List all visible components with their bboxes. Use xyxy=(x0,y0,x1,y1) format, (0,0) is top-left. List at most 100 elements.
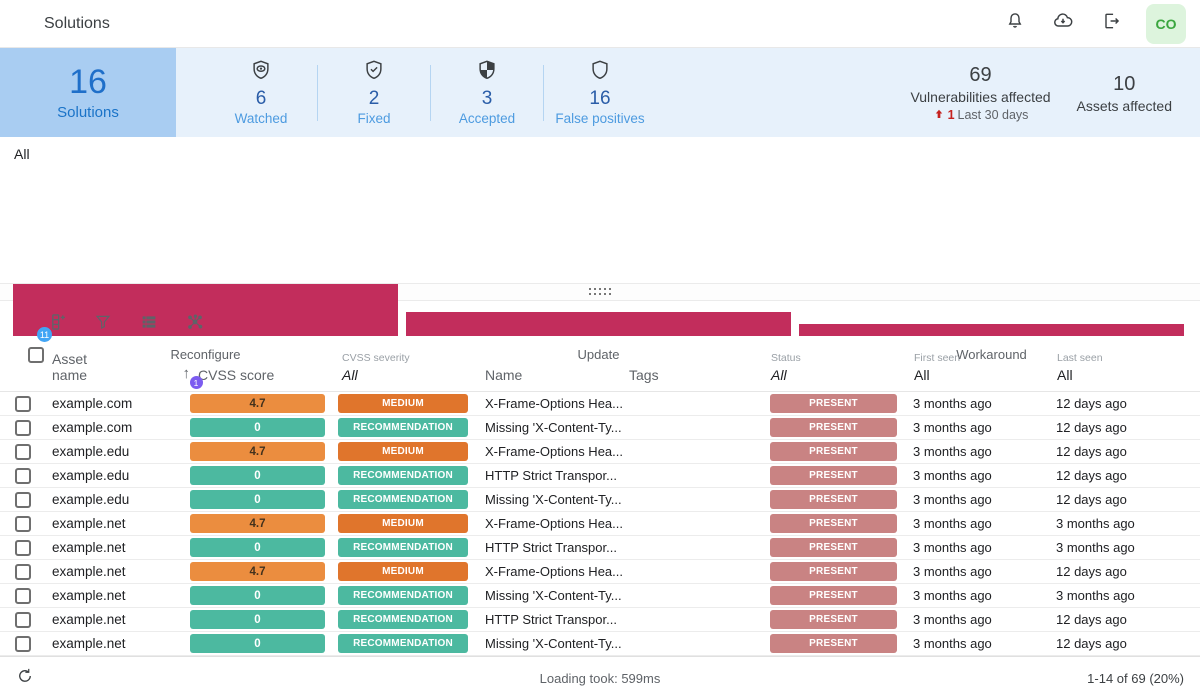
status-badge: PRESENT xyxy=(770,514,897,533)
vulnerability-name-cell[interactable]: Missing 'X-Content-Ty... xyxy=(480,416,628,439)
table-row[interactable]: example.net0 RECOMMENDATION Missing 'X-Con… xyxy=(0,584,1200,608)
cvss-severity-badge: MEDIUM xyxy=(338,442,468,461)
solutions-chart: All Reconfigure Update Workaround xyxy=(0,137,1200,283)
first-seen-cell: 3 months ago xyxy=(913,536,1056,559)
row-checkbox[interactable] xyxy=(15,492,31,508)
vulnerability-name-cell[interactable]: X-Frame-Options Hea... xyxy=(480,512,628,535)
vulnerability-name-cell[interactable]: Missing 'X-Content-Ty... xyxy=(480,488,628,511)
table-row[interactable]: example.net0RECOMMENDATIONMissing 'X-Con… xyxy=(0,632,1200,656)
notifications-button[interactable] xyxy=(1002,11,1028,37)
row-checkbox[interactable] xyxy=(15,636,31,652)
table-body: example.com4.7MEDIUMX-Frame-Options Hea.… xyxy=(0,392,1200,656)
cvss-severity-badge: MEDIUM xyxy=(338,562,468,581)
table-row[interactable]: example.net0RECOMMENDATIONHTTP Strict Tr… xyxy=(0,608,1200,632)
last-seen-cell: 3 months ago xyxy=(1056,512,1200,535)
stat-tile-watched[interactable]: 6 Watched xyxy=(205,59,317,126)
graph-view-button[interactable] xyxy=(184,313,206,335)
last-seen-cell: 12 days ago xyxy=(1056,464,1200,487)
table-row[interactable]: example.net4.7 MEDIUM X-Frame-Options Hea.… xyxy=(0,560,1200,584)
vulnerability-name-cell[interactable]: X-Frame-Options Hea... xyxy=(480,392,628,415)
table-row[interactable]: example.edu0RECOMMENDATIONHTTP Strict Tr… xyxy=(0,464,1200,488)
last-seen-cell: 12 days ago xyxy=(1056,632,1200,655)
row-checkbox[interactable] xyxy=(15,612,31,628)
cvss-score-cell: 0 xyxy=(190,464,338,487)
asset-name-cell: example.net xyxy=(44,560,190,583)
filter-button[interactable] xyxy=(92,313,114,335)
user-avatar[interactable]: CO xyxy=(1146,4,1186,44)
filter-icon xyxy=(94,313,112,336)
tags-cell xyxy=(628,464,770,487)
row-checkbox[interactable] xyxy=(15,396,31,412)
table-row[interactable]: example.edu0RECOMMENDATIONMissing 'X-Con… xyxy=(0,488,1200,512)
bar-workaround[interactable] xyxy=(799,324,1184,336)
last-seen-cell: 12 days ago xyxy=(1056,416,1200,439)
asset-name-cell: example.com xyxy=(44,416,190,439)
pagination-range-text: 1-14 of 69 (20%) xyxy=(1081,671,1184,686)
cvss-score-badge: 0 xyxy=(190,466,325,485)
add-column-button[interactable]: 11 xyxy=(46,313,68,335)
tags-cell xyxy=(628,608,770,631)
fixed-label: Fixed xyxy=(357,111,390,126)
table-row[interactable]: example.com4.7MEDIUMX-Frame-Options Hea.… xyxy=(0,392,1200,416)
sort-asc-icon: ↑ xyxy=(183,365,191,382)
watched-label: Watched xyxy=(235,111,288,126)
cvss-score-badge: 0 xyxy=(190,586,325,605)
cloud-download-icon xyxy=(1052,10,1074,37)
tags-cell xyxy=(628,392,770,415)
row-checkbox[interactable] xyxy=(15,564,31,580)
asset-name-cell: example.net xyxy=(44,584,190,607)
status-badge: PRESENT xyxy=(770,610,897,629)
cvss-severity-cell: MEDIUM xyxy=(338,512,480,535)
vulnerability-name-cell[interactable]: X-Frame-Options Hea... xyxy=(480,560,628,583)
vulnerability-name-cell[interactable]: Missing 'X-Content-Ty... xyxy=(480,632,628,655)
vulnerability-name-cell[interactable]: HTTP Strict Transpor... xyxy=(480,536,628,559)
tags-cell xyxy=(628,632,770,655)
bar-chart: Reconfigure Update Workaround xyxy=(13,137,1184,378)
vulnerability-name-cell[interactable]: HTTP Strict Transpor... xyxy=(480,608,628,631)
cvss-severity-badge: MEDIUM xyxy=(338,394,468,413)
assets-affected: 10 Assets affected xyxy=(1077,72,1172,114)
sort-indicator[interactable]: ↑ 1 xyxy=(183,365,191,383)
cvss-severity-badge: RECOMMENDATION xyxy=(338,586,468,605)
row-checkbox[interactable] xyxy=(15,420,31,436)
stats-summary: 69 Vulnerabilities affected 1 Last 30 da… xyxy=(910,48,1172,137)
cvss-severity-badge: RECOMMENDATION xyxy=(338,418,468,437)
asset-name-cell: example.net xyxy=(44,512,190,535)
stat-tile-fixed[interactable]: 2 Fixed xyxy=(318,59,430,126)
table-row[interactable]: example.net0RECOMMENDATIONHTTP Strict Tr… xyxy=(0,536,1200,560)
cvss-score-badge: 0 xyxy=(190,634,325,653)
status-cell: PRESENT xyxy=(770,560,913,583)
last-seen-cell: 12 days ago xyxy=(1056,608,1200,631)
cvss-score-badge: 4.7 xyxy=(190,514,325,533)
table-row[interactable]: example.com0RECOMMENDATION Missing 'X-Con… xyxy=(0,416,1200,440)
stat-tile-false-positives[interactable]: 16 False positives xyxy=(544,59,656,126)
row-checkbox[interactable] xyxy=(15,540,31,556)
list-view-button[interactable] xyxy=(138,313,160,335)
row-checkbox[interactable] xyxy=(15,588,31,604)
cvss-score-cell: 0 xyxy=(190,416,338,439)
cvss-severity-cell: RECOMMENDATION xyxy=(338,416,480,439)
cvss-score-cell: 4.7 xyxy=(190,512,338,535)
cloud-download-button[interactable] xyxy=(1050,11,1076,37)
cvss-score-badge: 4.7 xyxy=(190,562,325,581)
shield-check-icon xyxy=(363,59,385,86)
table-row[interactable]: example.edu4.7MEDIUMX-Frame-Options Hea.… xyxy=(0,440,1200,464)
vulnerability-name-cell[interactable]: Missing 'X-Content-Ty... xyxy=(480,584,628,607)
table-row[interactable]: example.net4.7 MEDIUMX-Frame-Options Hea.… xyxy=(0,512,1200,536)
tags-cell xyxy=(628,488,770,511)
vulnerability-name-cell[interactable]: X-Frame-Options Hea... xyxy=(480,440,628,463)
logout-button[interactable] xyxy=(1098,11,1124,37)
false-positives-label: False positives xyxy=(555,111,644,126)
status-badge: PRESENT xyxy=(770,466,897,485)
status-cell: PRESENT xyxy=(770,512,913,535)
table-footer: Loading took: 599ms 1-14 of 69 (20%) xyxy=(0,656,1200,699)
cvss-severity-badge: RECOMMENDATION xyxy=(338,538,468,557)
row-checkbox[interactable] xyxy=(15,468,31,484)
vulnerability-name-cell[interactable]: HTTP Strict Transpor... xyxy=(480,464,628,487)
row-checkbox[interactable] xyxy=(15,444,31,460)
row-checkbox[interactable] xyxy=(15,516,31,532)
status-badge: PRESENT xyxy=(770,418,897,437)
stat-tile-accepted[interactable]: 3 Accepted xyxy=(431,59,543,126)
bar-update[interactable] xyxy=(406,312,791,336)
stat-tile-solutions[interactable]: 16 Solutions xyxy=(0,48,176,137)
